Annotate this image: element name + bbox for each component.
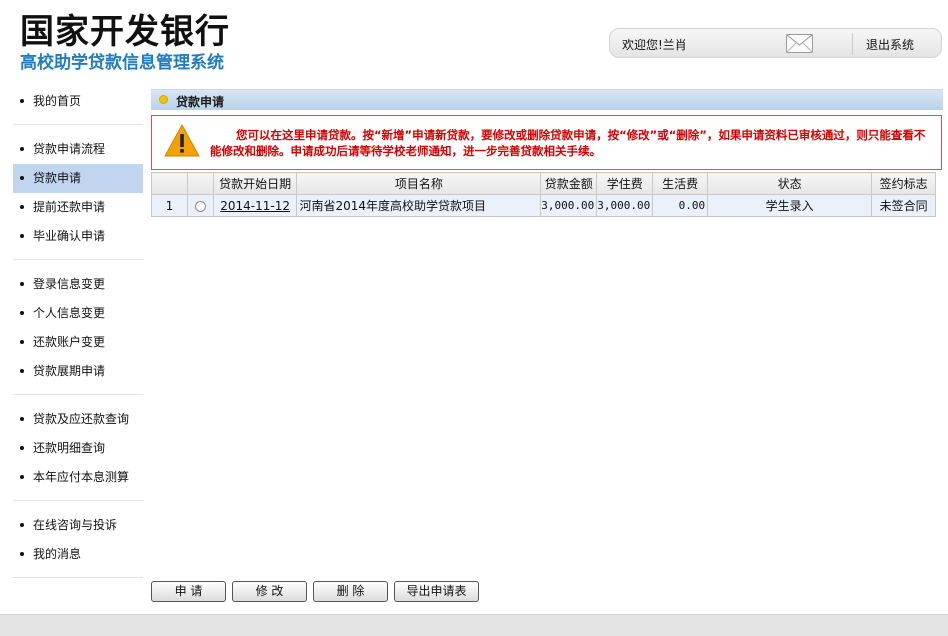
col-project-header: 项目名称 [296, 172, 542, 195]
section-bullet-icon [159, 95, 168, 104]
welcome-text: 欢迎您!兰肖 [622, 38, 687, 52]
row-select-cell [186, 194, 214, 217]
sidebar-item[interactable]: 我的首页 [13, 87, 143, 116]
col-sign-header: 签约标志 [871, 172, 936, 195]
nav-group: 贷款申请流程 贷款申请 提前还款申请 毕业确认申请 [13, 135, 143, 260]
mail-icon[interactable] [786, 34, 813, 53]
row-amount: 3,000.00 [540, 194, 598, 217]
col-date-header: 贷款开始日期 [212, 172, 298, 195]
loan-table: 贷款开始日期 项目名称 贷款金额 学住费 生活费 状态 签约标志 1 2014-… [151, 172, 936, 217]
sidebar-item[interactable]: 登录信息变更 [13, 270, 143, 299]
nav-group: 贷款及应还款查询 还款明细查询 本年应付本息测算 [13, 405, 143, 501]
brand-title: 国家开发银行 [20, 12, 230, 52]
sidebar-item[interactable]: 还款账户变更 [13, 328, 143, 357]
col-status-header: 状态 [707, 172, 873, 195]
table-header-row: 贷款开始日期 项目名称 贷款金额 学住费 生活费 状态 签约标志 [151, 172, 936, 195]
delete-button[interactable]: 删 除 [313, 581, 388, 602]
section-title: 贷款申请 [176, 95, 225, 109]
row-status: 学生录入 [707, 194, 873, 217]
sidebar-item[interactable]: 贷款及应还款查询 [13, 405, 143, 434]
brand-subtitle: 高校助学贷款信息管理系统 [20, 53, 224, 73]
col-select-header [186, 172, 214, 195]
footer-bar [0, 614, 948, 636]
sidebar-item[interactable]: 毕业确认申请 [13, 222, 143, 251]
sidebar-item[interactable]: 个人信息变更 [13, 299, 143, 328]
row-index: 1 [151, 194, 188, 217]
row-date-cell: 2014-11-12 [212, 194, 298, 217]
col-index-header [151, 172, 188, 195]
sidebar-item[interactable]: 还款明细查询 [13, 434, 143, 463]
sidebar-item[interactable]: 贷款申请 [13, 164, 143, 193]
col-tuition-header: 学住费 [596, 172, 654, 195]
modify-button[interactable]: 修 改 [232, 581, 307, 602]
row-living: 0.00 [652, 194, 709, 217]
sidebar-item[interactable]: 贷款展期申请 [13, 357, 143, 386]
col-living-header: 生活费 [652, 172, 709, 195]
table-row[interactable]: 1 2014-11-12 河南省2014年度高校助学贷款项目 3,000.00 … [151, 194, 936, 217]
sidebar-item[interactable]: 贷款申请流程 [13, 135, 143, 164]
col-amount-header: 贷款金额 [540, 172, 598, 195]
logout-link[interactable]: 退出系统 [866, 36, 914, 53]
sidebar-nav: 我的首页 贷款申请流程 贷款申请 提前还款申请 毕业确认申请 登录信息变更 个人信息变更 还款… [13, 87, 143, 588]
user-bar: 欢迎您!兰肖 退出系统 [609, 28, 942, 58]
row-date-link[interactable]: 2014-11-12 [220, 199, 290, 213]
row-project: 河南省2014年度高校助学贷款项目 [296, 194, 542, 217]
notice-box: 您可以在这里申请贷款。按“新增”申请新贷款，要修改或删除贷款申请，按“修改”或“… [151, 115, 942, 170]
sidebar-item[interactable]: 在线咨询与投诉 [13, 511, 143, 540]
row-tuition: 3,000.00 [596, 194, 654, 217]
apply-button[interactable]: 申 请 [151, 581, 226, 602]
notice-text: 您可以在这里申请贷款。按“新增”申请新贷款，要修改或删除贷款申请，按“修改”或“… [210, 128, 926, 158]
sidebar-item[interactable]: 提前还款申请 [13, 193, 143, 222]
row-sign: 未签合同 [871, 194, 936, 217]
nav-group: 在线咨询与投诉 我的消息 [13, 511, 143, 578]
section-header: 贷款申请 [151, 89, 943, 110]
sidebar-item[interactable]: 本年应付本息测算 [13, 463, 143, 492]
nav-group: 我的首页 [13, 87, 143, 125]
warning-icon [164, 124, 200, 157]
row-select-radio[interactable] [194, 200, 206, 212]
user-bar-divider [852, 33, 853, 55]
export-button[interactable]: 导出申请表 [394, 581, 479, 602]
sidebar-item[interactable]: 我的消息 [13, 540, 143, 569]
nav-group: 登录信息变更 个人信息变更 还款账户变更 贷款展期申请 [13, 270, 143, 395]
